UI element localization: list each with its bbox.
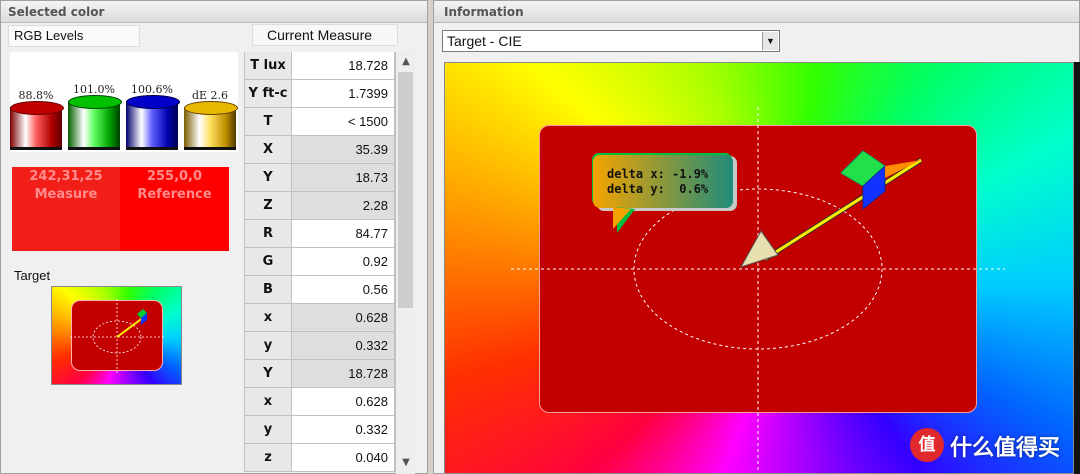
target-type-dropdown[interactable]: Target - CIE ▼ [442, 30, 780, 52]
table-row-value: 0.628 [292, 388, 395, 416]
panel-title-information: Information [434, 1, 1079, 23]
green-cylinder [68, 95, 122, 150]
table-row-label: T [244, 108, 292, 136]
table-row: x 0.628 [244, 388, 395, 416]
table-row-label: T lux [244, 52, 292, 80]
reference-value: 255,0,0 [146, 169, 203, 184]
current-measure-label: Current Measure [267, 27, 373, 43]
table-row: y 0.332 [244, 332, 395, 360]
table-row: B 0.56 [244, 276, 395, 304]
callout-line-1: delta x: -1.9% [607, 167, 709, 181]
table-row-label: B [244, 276, 292, 304]
table-row: Z 2.28 [244, 192, 395, 220]
table-row-value: 0.332 [292, 332, 395, 360]
table-row-label: Y [244, 360, 292, 388]
table-row-value: 0.92 [292, 248, 395, 276]
target-overlay [511, 107, 1005, 473]
table-row: T lux 18.728 [244, 52, 395, 80]
table-row-value: 0.040 [292, 444, 395, 472]
target-thumbnail [51, 286, 182, 385]
table-row: y 0.332 [244, 416, 395, 444]
table-row: Y ft-c 1.7399 [244, 80, 395, 108]
table-row-value: 18.73 [292, 164, 395, 192]
table-row: Y 18.73 [244, 164, 395, 192]
target-label: Target [14, 268, 51, 283]
scroll-up-icon[interactable]: ▲ [400, 56, 412, 68]
dropdown-value: Target - CIE [447, 33, 522, 49]
delta-arrow-head [739, 230, 779, 268]
table-row-value: 2.28 [292, 192, 395, 220]
table-row: X 35.39 [244, 136, 395, 164]
table-row: R 84.77 [244, 220, 395, 248]
table-row: Y 18.728 [244, 360, 395, 388]
red-cylinder [10, 101, 64, 150]
table-row-value: 0.628 [292, 304, 395, 332]
table-row-value: 0.332 [292, 416, 395, 444]
watermark-logo-icon: 值 [910, 428, 944, 462]
table-row-label: Y [244, 164, 292, 192]
table-row-value: 35.39 [292, 136, 395, 164]
table-row-value: 18.728 [292, 360, 395, 388]
rgb-levels-label: RGB Levels [14, 28, 84, 43]
table-row: z 0.040 [244, 444, 395, 472]
scrollbar-thumb[interactable] [398, 72, 413, 308]
table-row: G 0.92 [244, 248, 395, 276]
table-row-label: Y ft-c [244, 80, 292, 108]
table-row: x 0.628 [244, 304, 395, 332]
measure-label: Measure [34, 187, 98, 202]
right-edge-strip [1074, 62, 1080, 474]
watermark-text: 什么值得买 [950, 436, 1061, 461]
table-row: T < 1500 [244, 108, 395, 136]
table-row-label: x [244, 388, 292, 416]
table-row-label: X [244, 136, 292, 164]
table-row-value: 1.7399 [292, 80, 395, 108]
table-row-label: x [244, 304, 292, 332]
chevron-down-icon[interactable]: ▼ [762, 32, 778, 50]
table-row-value: < 1500 [292, 108, 395, 136]
tab-current-measure[interactable]: Current Measure [252, 24, 398, 46]
scroll-down-icon[interactable]: ▼ [400, 457, 412, 469]
cie-target-view: delta x: -1.9% delta y: 0.6% [444, 62, 1074, 474]
table-row-label: z [244, 444, 292, 472]
table-row-label: G [244, 248, 292, 276]
table-row-label: Z [244, 192, 292, 220]
blue-cylinder [126, 95, 180, 150]
reference-label: Reference [137, 187, 212, 202]
table-scrollbar[interactable]: ▲ ▼ [395, 52, 415, 474]
table-row-label: y [244, 416, 292, 444]
table-row-label: R [244, 220, 292, 248]
de-cylinder [184, 101, 238, 150]
table-row-value: 84.77 [292, 220, 395, 248]
table-row-value: 0.56 [292, 276, 395, 304]
panel-title-selected-color: Selected color [1, 1, 427, 23]
measure-value: 242,31,25 [29, 169, 103, 184]
table-row-value: 18.728 [292, 52, 395, 80]
target-thumbnail-overlay [70, 299, 164, 373]
callout-line-2: delta y: 0.6% [607, 182, 709, 196]
table-row-label: y [244, 332, 292, 360]
